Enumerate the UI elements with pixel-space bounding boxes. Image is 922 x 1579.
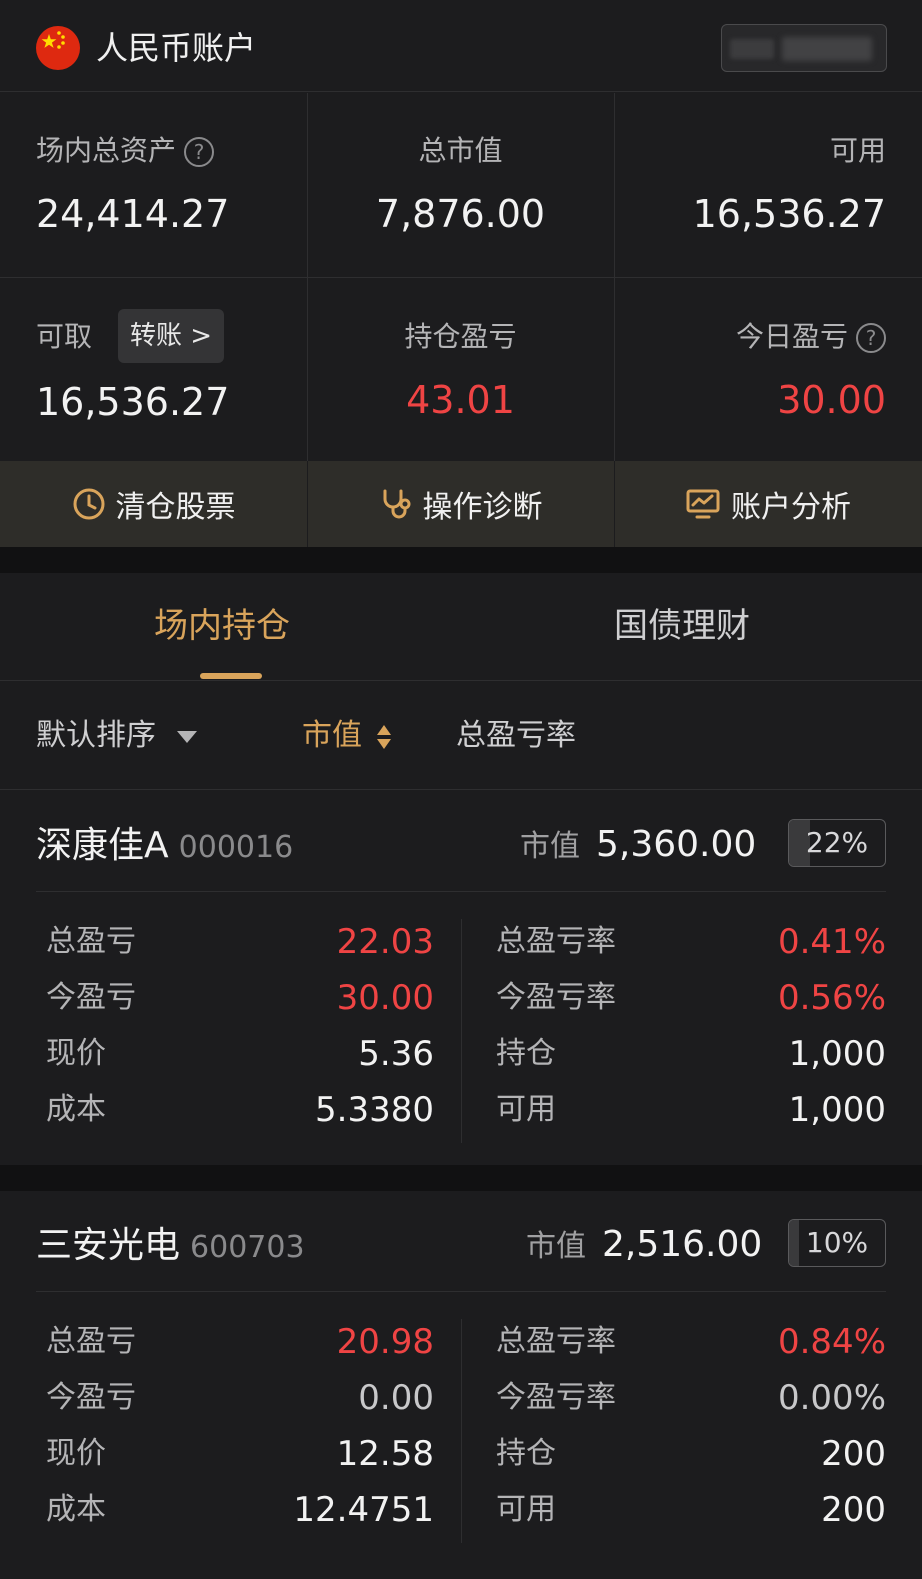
- position-pnl-label: 持仓盈亏: [404, 320, 517, 353]
- kv-value: 0.56%: [777, 978, 886, 1018]
- kv-label: 持仓: [496, 1436, 556, 1471]
- kv-value: 30.00: [336, 978, 434, 1018]
- china-flag-icon: [36, 26, 80, 70]
- kv-value: 0.00%: [777, 1378, 886, 1418]
- action-bar: 清仓股票 操作诊断 账户分析: [0, 461, 922, 547]
- sort-bar: 默认排序 市值 总盈亏率: [0, 682, 922, 790]
- tab-treasury-bonds[interactable]: 国债理财: [614, 603, 750, 649]
- withdrawable-value: 16,536.27: [36, 380, 230, 424]
- kv-label: 总盈亏: [46, 924, 136, 959]
- operation-diagnosis-button[interactable]: 操作诊断: [307, 461, 614, 547]
- market-value-value: 5,360.00: [596, 824, 757, 865]
- kv-value: 12.58: [336, 1434, 434, 1474]
- sort-default[interactable]: 默认排序: [36, 716, 198, 756]
- tab-exchange-holdings[interactable]: 场内持仓: [154, 603, 290, 649]
- triangle-down-icon: [176, 730, 197, 743]
- position-weight-badge: 10%: [788, 1219, 886, 1267]
- kv-value: 20.98: [336, 1322, 434, 1362]
- market-value-label: 市值: [526, 1229, 586, 1264]
- kv-value: 0.84%: [777, 1322, 886, 1362]
- withdrawable-label: 可取: [36, 320, 93, 353]
- kv-value: 12.4751: [293, 1490, 434, 1530]
- stock-code: 600703: [190, 1230, 305, 1265]
- kv-label: 总盈亏: [46, 1324, 136, 1359]
- section-gap: [0, 547, 922, 573]
- market-value-label: 总市值: [418, 134, 503, 167]
- help-icon[interactable]: ?: [184, 137, 215, 167]
- sort-total-pnl-rate[interactable]: 总盈亏率: [456, 716, 576, 756]
- clear-stocks-button[interactable]: 清仓股票: [0, 461, 307, 547]
- kv-value: 22.03: [336, 922, 434, 962]
- position-pnl-value: 43.01: [406, 378, 515, 422]
- kv-label: 今盈亏: [46, 980, 136, 1015]
- transfer-button[interactable]: 转账 >: [118, 309, 224, 363]
- section-gap: [0, 1165, 922, 1191]
- monitor-chart-icon: [686, 489, 720, 519]
- total-assets-value: 24,414.27: [36, 192, 230, 236]
- kv-value: 5.36: [358, 1034, 434, 1074]
- kv-label: 总盈亏率: [496, 924, 616, 959]
- kv-label: 可用: [496, 1492, 556, 1527]
- kv-label: 现价: [46, 1036, 106, 1071]
- help-icon[interactable]: ?: [856, 323, 886, 353]
- kv-label: 成本: [46, 1092, 106, 1127]
- active-tab-indicator: [200, 673, 262, 679]
- kv-label: 持仓: [496, 1036, 556, 1071]
- available-label: 可用: [829, 134, 886, 167]
- market-value-label: 市值: [520, 829, 580, 864]
- sort-updown-icon: [376, 724, 391, 749]
- kv-label: 总盈亏率: [496, 1324, 616, 1359]
- kv-value: 1,000: [788, 1090, 886, 1130]
- sort-market-value[interactable]: 市值: [302, 716, 392, 756]
- kv-label: 今盈亏率: [496, 1380, 616, 1415]
- kv-label: 现价: [46, 1436, 106, 1471]
- account-header: 人民币账户: [0, 0, 922, 92]
- kv-value: 0.41%: [777, 922, 886, 962]
- kv-value: 5.3380: [315, 1090, 434, 1130]
- holding-card[interactable]: 深康佳A 000016 市值 5,360.00 22% 总盈亏 22.03 今盈亏…: [0, 791, 922, 1165]
- total-assets-label: 场内总资产?: [36, 133, 215, 169]
- holding-card[interactable]: 三安光电 600703 市值 2,516.00 10% 总盈亏 20.98 今盈亏…: [0, 1191, 922, 1579]
- kv-value: 200: [821, 1490, 886, 1530]
- kv-label: 可用: [496, 1092, 556, 1127]
- stethoscope-icon: [383, 489, 410, 519]
- kv-label: 今盈亏率: [496, 980, 616, 1015]
- account-analysis-button[interactable]: 账户分析: [614, 461, 922, 547]
- account-title: 人民币账户: [96, 29, 257, 67]
- stock-name: 三安光电 600703: [36, 1225, 305, 1266]
- today-pnl-value: 30.00: [777, 378, 886, 422]
- kv-label: 成本: [46, 1492, 106, 1527]
- clock-icon: [73, 488, 104, 520]
- position-weight-badge: 22%: [788, 819, 886, 867]
- kv-label: 今盈亏: [46, 1380, 136, 1415]
- kv-value: 200: [821, 1434, 886, 1474]
- market-value-value: 2,516.00: [602, 1224, 763, 1265]
- kv-value: 0.00: [358, 1378, 434, 1418]
- holdings-tabs: 场内持仓 国债理财: [0, 573, 922, 681]
- account-summary: 场内总资产? 24,414.27 总市值 7,876.00 可用 16,536.…: [0, 93, 922, 461]
- available-value: 16,536.27: [692, 192, 886, 236]
- stock-code: 000016: [178, 830, 294, 865]
- market-value-value: 7,876.00: [375, 192, 546, 236]
- kv-value: 1,000: [788, 1034, 886, 1074]
- stock-name: 深康佳A 000016: [36, 825, 294, 866]
- masked-account-id[interactable]: [721, 24, 887, 72]
- today-pnl-label: 今日盈亏?: [736, 319, 886, 355]
